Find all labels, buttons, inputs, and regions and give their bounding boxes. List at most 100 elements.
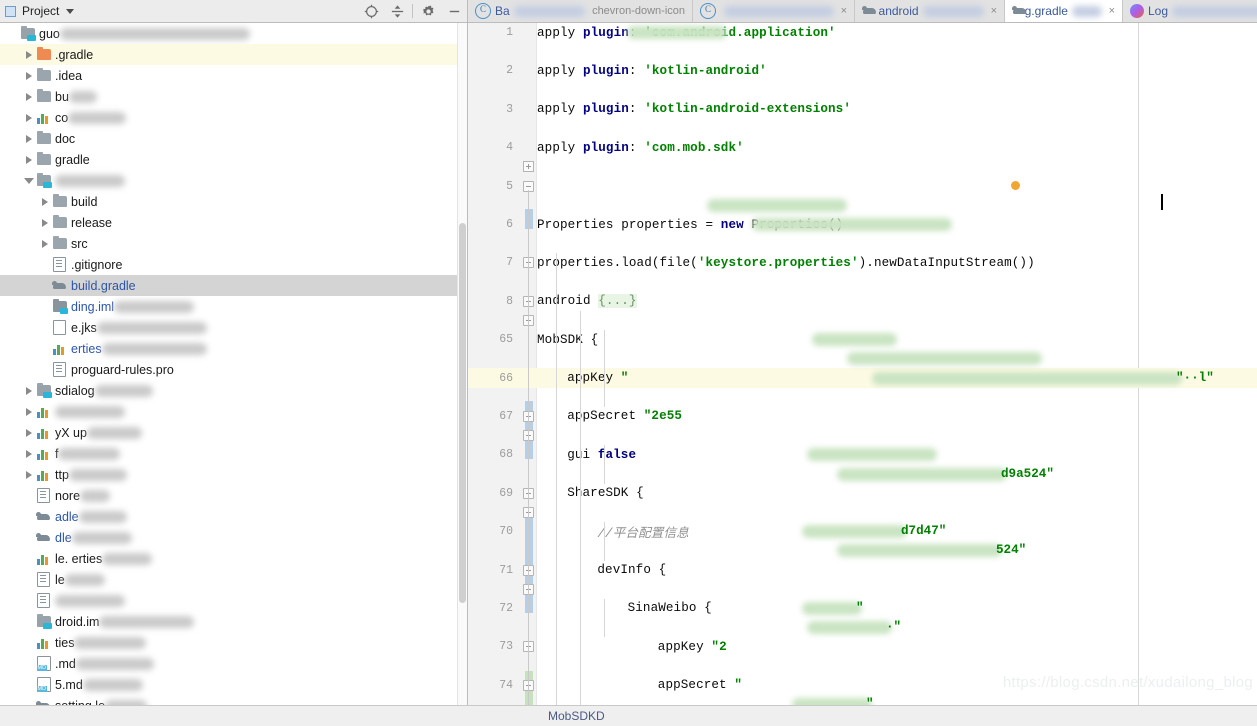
- tree-item-item18[interactable]: [0, 401, 467, 422]
- bars-icon: [37, 406, 50, 418]
- code-line-71[interactable]: 71 devInfo {: [468, 560, 1257, 579]
- minimize-icon[interactable]: [441, 0, 467, 22]
- tree-item-src[interactable]: src: [0, 233, 467, 254]
- code-line-2[interactable]: 2 apply plugin: 'kotlin-android': [468, 61, 1257, 80]
- tab-close-icon[interactable]: ×: [841, 5, 847, 17]
- redacted-value: [872, 371, 1182, 385]
- module-folder-icon: [20, 25, 36, 41]
- code-line-4[interactable]: 4 apply plugin: 'com.mob.sdk': [468, 138, 1257, 157]
- tree-item-gradle[interactable]: gradle: [0, 149, 467, 170]
- tree-item-.idea[interactable]: .idea: [0, 65, 467, 86]
- tree-item-.md[interactable]: .md: [0, 653, 467, 674]
- expand-arrow-icon[interactable]: [22, 428, 35, 437]
- tree-item-erties[interactable]: erties: [0, 338, 467, 359]
- tree-item-ttp[interactable]: ttp: [0, 464, 467, 485]
- code-line-67[interactable]: 67 appSecret "2e55: [468, 407, 1257, 426]
- expand-arrow-icon[interactable]: [38, 218, 51, 227]
- expand-arrow-icon[interactable]: [22, 71, 35, 80]
- tree-item-proguard-rules.pro[interactable]: proguard-rules.pro: [0, 359, 467, 380]
- tree-item-yx-up[interactable]: yX up: [0, 422, 467, 443]
- tree-item-co[interactable]: co: [0, 107, 467, 128]
- code-line-69[interactable]: 69 ShareSDK {: [468, 484, 1257, 503]
- tree-item-label: droid.im: [55, 614, 100, 629]
- file-text-icon: [37, 572, 50, 587]
- expand-arrow-icon[interactable]: [22, 407, 35, 416]
- editor-tab-android[interactable]: android ×: [855, 0, 1005, 22]
- code-token: ShareSDK {: [567, 486, 644, 501]
- code-line-7[interactable]: 7 properties.load(file('keystore.properti…: [468, 253, 1257, 272]
- tree-item-doc[interactable]: doc: [0, 128, 467, 149]
- tree-item-f[interactable]: f: [0, 443, 467, 464]
- expand-arrow-icon[interactable]: [22, 113, 35, 122]
- tab-close-icon[interactable]: ×: [991, 5, 997, 17]
- line-number: 72: [499, 601, 513, 615]
- code-line-8[interactable]: 8 android {...}: [468, 292, 1257, 311]
- tree-item-label: doc: [55, 131, 76, 146]
- tree-item-setting-le[interactable]: setting le: [0, 695, 467, 705]
- code-text: apply plugin: 'kotlin-android-extensions…: [537, 102, 851, 116]
- code-line-5[interactable]: 5: [468, 177, 1257, 196]
- tab-close-icon[interactable]: chevron-down-icon: [592, 5, 685, 17]
- tree-item-guo[interactable]: guo: [0, 23, 467, 44]
- code-line-1[interactable]: 1apply plugin: 'com.android.application': [468, 23, 1257, 42]
- expand-arrow-icon[interactable]: [22, 134, 35, 143]
- bookmark-dot-icon[interactable]: [1011, 180, 1020, 190]
- editor-tab-tab1[interactable]: C ×: [693, 0, 855, 22]
- expand-arrow-icon[interactable]: [22, 50, 35, 59]
- tree-item-5.md[interactable]: 5.md: [0, 674, 467, 695]
- code-token: apply: [537, 63, 583, 78]
- redacted-value: [802, 525, 907, 539]
- code-token: android: [537, 294, 599, 309]
- expand-arrow-icon[interactable]: [22, 92, 35, 101]
- editor-tab-log[interactable]: Log: [1123, 0, 1257, 22]
- breadcrumb[interactable]: MobSDKD: [548, 709, 605, 723]
- tree-item-item7[interactable]: [0, 170, 467, 191]
- expand-arrow-icon[interactable]: [22, 449, 35, 458]
- line-number: 70: [499, 525, 513, 539]
- gear-icon[interactable]: [415, 0, 441, 22]
- locate-icon[interactable]: [358, 0, 384, 22]
- expand-arrow-icon[interactable]: [22, 470, 35, 479]
- editor-tab-g-gradle[interactable]: g.gradle ×: [1005, 0, 1123, 22]
- code-token: plugin: [582, 140, 629, 155]
- redacted-value: [807, 448, 937, 462]
- tree-item-nore[interactable]: nore: [0, 485, 467, 506]
- chevron-down-icon[interactable]: [66, 8, 75, 14]
- tree-item-label: guo: [39, 26, 60, 41]
- indent-guide: [604, 330, 605, 407]
- tree-item-ties[interactable]: ties: [0, 632, 467, 653]
- tree-item-le.-erties[interactable]: le. erties: [0, 548, 467, 569]
- code-line-73[interactable]: 73 appKey "2: [468, 637, 1257, 656]
- expand-arrow-icon[interactable]: [22, 386, 35, 395]
- collapse-all-icon[interactable]: [384, 0, 410, 22]
- code-line-3[interactable]: 3 apply plugin: 'kotlin-android-extension…: [468, 100, 1257, 119]
- tree-item-droid.im[interactable]: droid.im: [0, 611, 467, 632]
- tree-item-sdialog[interactable]: sdialog: [0, 380, 467, 401]
- tree-item-dle[interactable]: dle: [0, 527, 467, 548]
- tree-item-ding.iml[interactable]: ding.iml: [0, 296, 467, 317]
- tree-item-release[interactable]: release: [0, 212, 467, 233]
- expand-arrow-icon[interactable]: [22, 155, 35, 164]
- tree-item-bu[interactable]: bu: [0, 86, 467, 107]
- code-token: new: [720, 217, 744, 232]
- tree-item-build[interactable]: build: [0, 191, 467, 212]
- fold-expand-icon[interactable]: [523, 161, 534, 173]
- project-tree-scroll-thumb[interactable]: [459, 223, 466, 603]
- tab-close-icon[interactable]: ×: [1109, 5, 1115, 17]
- tree-item-e.jks[interactable]: e.jks: [0, 317, 467, 338]
- collapse-arrow-icon[interactable]: [22, 177, 35, 184]
- tree-item-.gradle[interactable]: .gradle: [0, 44, 467, 65]
- file-text-icon: [37, 488, 50, 503]
- project-tree-scrollbar[interactable]: [457, 23, 467, 705]
- code-editor[interactable]: 1apply plugin: 'com.android.application'…: [468, 23, 1257, 705]
- tree-item-item27[interactable]: [0, 590, 467, 611]
- tree-item-.gitignore[interactable]: .gitignore: [0, 254, 467, 275]
- expand-arrow-icon[interactable]: [38, 197, 51, 206]
- expand-arrow-icon[interactable]: [38, 239, 51, 248]
- editor-tab-ba[interactable]: C Ba chevron-down-icon: [468, 0, 693, 22]
- tree-item-adle[interactable]: adle: [0, 506, 467, 527]
- code-content[interactable]: 1apply plugin: 'com.android.application'…: [468, 23, 1257, 705]
- tree-item-le[interactable]: le: [0, 569, 467, 590]
- tree-item-build.gradle[interactable]: build.gradle: [0, 275, 467, 296]
- project-tree[interactable]: guo .gradle .idea bu co doc gradle build release…: [0, 23, 468, 705]
